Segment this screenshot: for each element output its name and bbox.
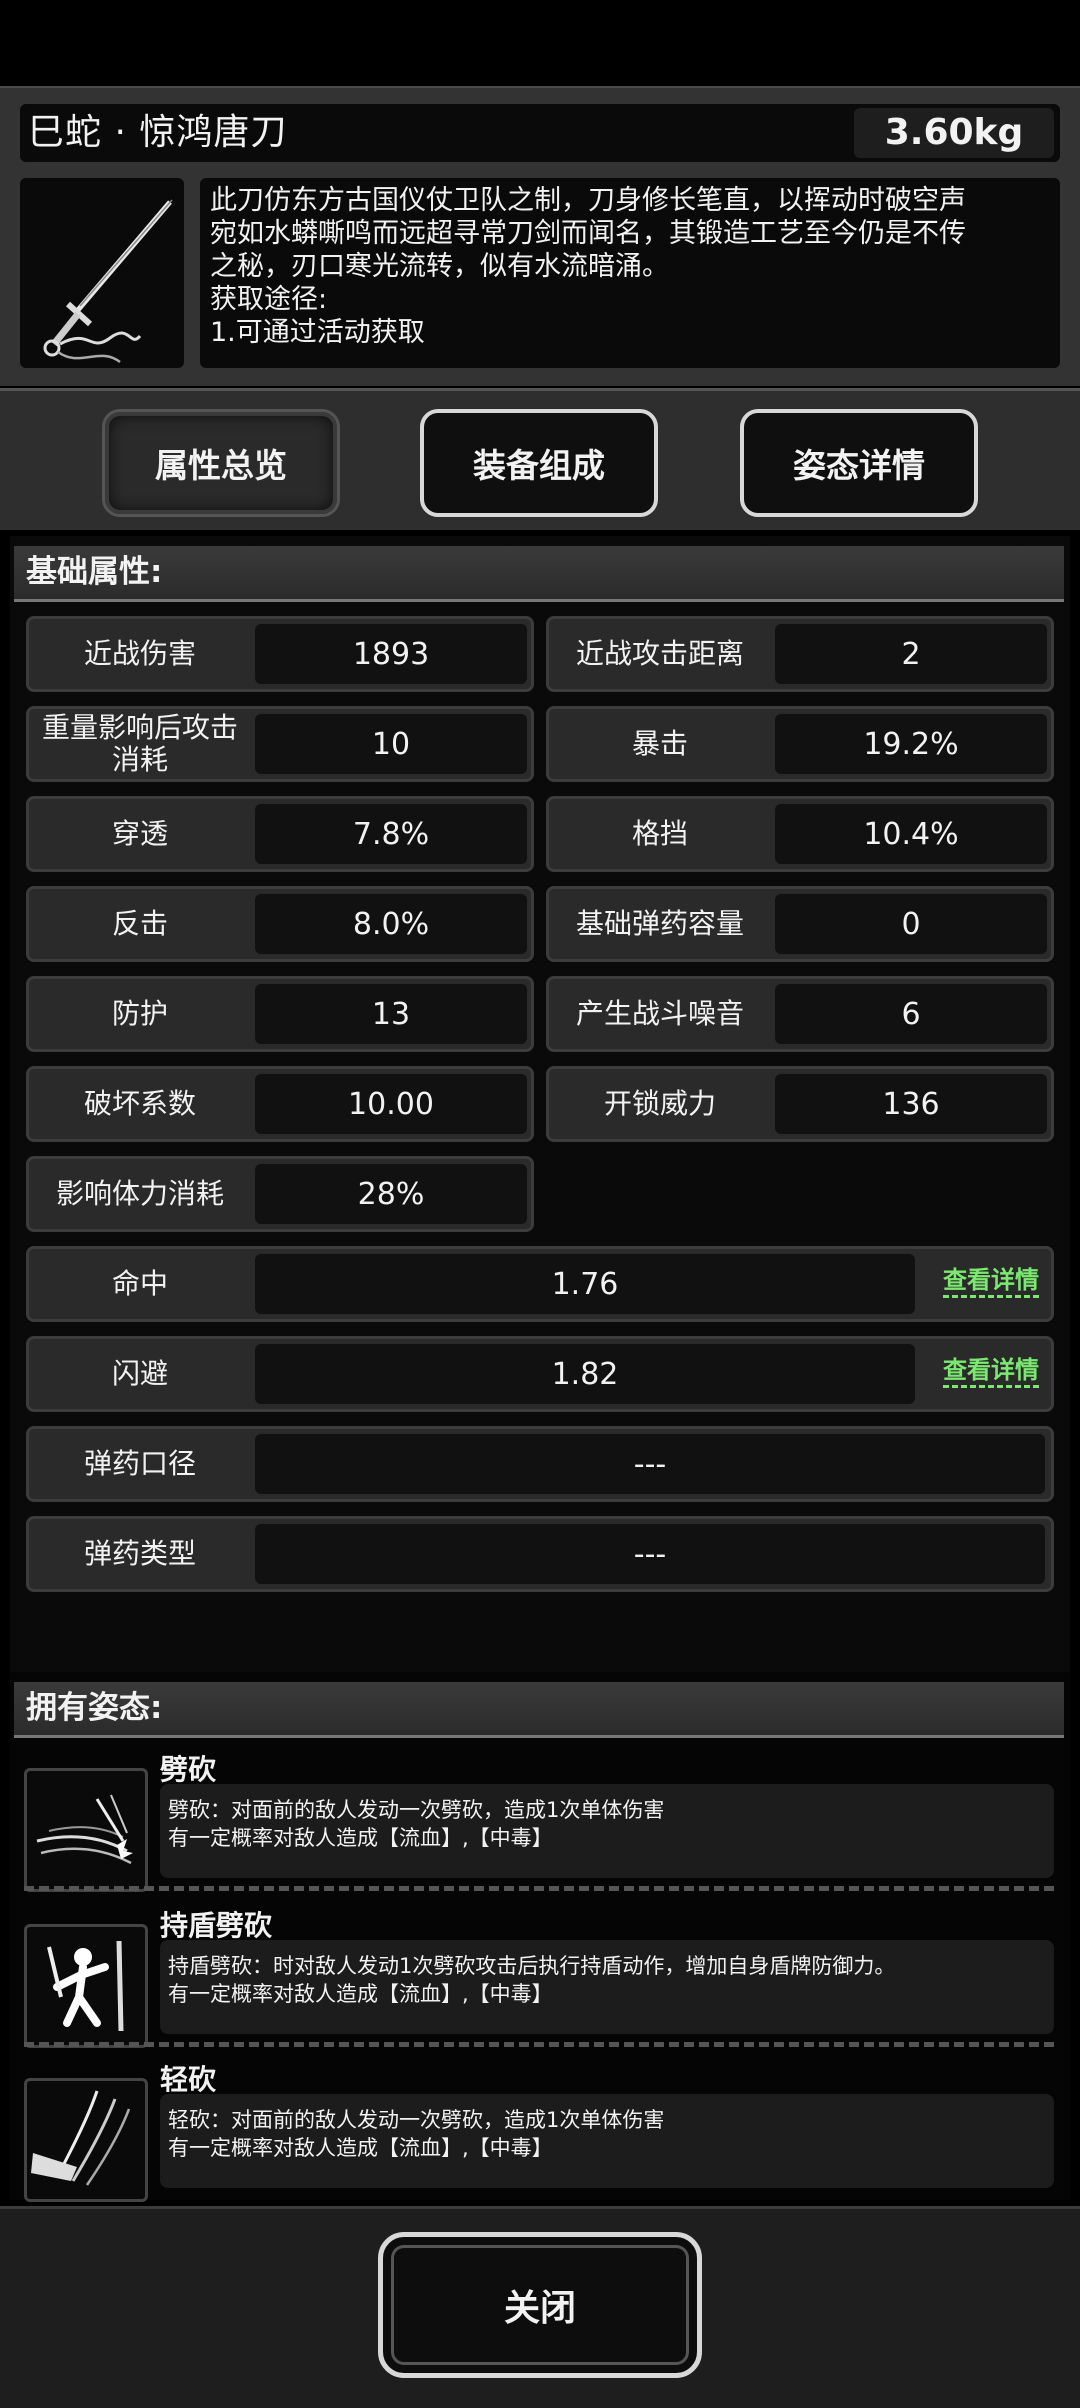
slash-icon [24, 1768, 148, 1892]
attr-block: 格挡 10.4% [546, 796, 1054, 872]
attr-label: 近战攻击距离 [575, 637, 744, 670]
attr-lockpick-power: 开锁威力 136 [546, 1066, 1054, 1142]
tab-bar: 属性总览 装备组成 姿态详情 [0, 388, 1080, 530]
attr-label: 弹药口径 [83, 1447, 196, 1480]
attr-label: 格挡 [631, 817, 688, 850]
attr-penetration: 穿透 7.8% [26, 796, 534, 872]
stance-desc-line: 劈砍：对面前的敌人发动一次劈砍，造成1次单体伤害 [168, 1798, 665, 1822]
close-button[interactable]: 关闭 [378, 2232, 702, 2378]
tang-sword-icon [43, 199, 173, 364]
attr-value: 1893 [255, 624, 527, 684]
stance-name: 轻砍 [160, 2063, 217, 2096]
item-title-bar: 巳蛇 · 惊鸿唐刀 3.60kg [20, 104, 1060, 162]
attr-label: 近战伤害 [83, 637, 196, 670]
attr-protection: 防护 13 [26, 976, 534, 1052]
attr-label: 暴击 [631, 727, 688, 760]
attr-value: 28% [255, 1164, 527, 1224]
stance-divider [24, 1886, 1054, 1891]
stance-desc-line: 有一定概率对敌人造成【流血】,【中毒】 [168, 1982, 553, 2006]
description-line: 宛如水蟒嘶鸣而远超寻常刀剑而闻名，其锻造工艺至今仍是不传 [210, 218, 966, 249]
attr-melee-range: 近战攻击距离 2 [546, 616, 1054, 692]
light-slash-icon [24, 2078, 148, 2202]
attr-evasion: 闪避 1.82 查看详情 [26, 1336, 1054, 1412]
attr-value: 136 [775, 1074, 1047, 1134]
attr-value: 2 [775, 624, 1047, 684]
attr-accuracy: 命中 1.76 查看详情 [26, 1246, 1054, 1322]
attr-label: 弹药类型 [83, 1537, 196, 1570]
attr-value: 10.00 [255, 1074, 527, 1134]
shield-slash-icon [24, 1924, 148, 2048]
attr-label: 开锁威力 [603, 1087, 716, 1120]
description-line: 此刀仿东方古国仪仗卫队之制，刀身修长笔直，以挥动时破空声 [210, 185, 966, 216]
evasion-details-link[interactable]: 查看详情 [943, 1355, 1039, 1388]
attr-label: 反击 [111, 907, 168, 940]
attr-value: 8.0% [255, 894, 527, 954]
stance-item[interactable]: 持盾劈砍 持盾劈砍：时对敌人发动1次劈砍攻击后执行持盾动作，增加自身盾牌防御力。… [24, 1909, 1054, 2048]
stance-divider [24, 2042, 1054, 2047]
attr-value: 19.2% [775, 714, 1047, 774]
attr-value: --- [255, 1524, 1045, 1584]
attr-value: 1.82 [255, 1344, 915, 1404]
attr-label: 穿透 [111, 817, 168, 850]
attr-combat-noise: 产生战斗噪音 6 [546, 976, 1054, 1052]
attr-label: 防护 [111, 997, 168, 1030]
stance-name: 持盾劈砍 [160, 1909, 273, 1942]
attr-label: 闪避 [111, 1357, 168, 1390]
attr-melee-damage: 近战伤害 1893 [26, 616, 534, 692]
stance-description: 劈砍：对面前的敌人发动一次劈砍，造成1次单体伤害 有一定概率对敌人造成【流血】,… [160, 1784, 1054, 1878]
attr-label: 破坏系数 [83, 1087, 196, 1120]
description-line: 获取途径: [210, 284, 328, 315]
tab-equipment-composition[interactable]: 装备组成 [420, 409, 658, 517]
attr-label: 命中 [111, 1267, 168, 1300]
attr-value: 0 [775, 894, 1047, 954]
stance-item[interactable]: 劈砍 劈砍：对面前的敌人发动一次劈砍，造成1次单体伤害 有一定概率对敌人造成【流… [24, 1753, 1054, 1892]
stance-desc-line: 有一定概率对敌人造成【流血】,【中毒】 [168, 1826, 553, 1850]
attr-value: 10 [255, 714, 527, 774]
basic-attributes-header: 基础属性: [14, 546, 1064, 602]
item-weight: 3.60kg [854, 108, 1054, 158]
stance-desc-line: 持盾劈砍：时对敌人发动1次劈砍攻击后执行持盾动作，增加自身盾牌防御力。 [168, 1954, 896, 1978]
stance-description: 持盾劈砍：时对敌人发动1次劈砍攻击后执行持盾动作，增加自身盾牌防御力。 有一定概… [160, 1940, 1054, 2034]
attr-label: 重量影响后攻击消耗 [41, 711, 238, 776]
attr-weighted-attack-cost: 重量影响后攻击消耗 10 [26, 706, 534, 782]
attr-label: 产生战斗噪音 [575, 997, 744, 1030]
attr-ammo-caliber: 弹药口径 --- [26, 1426, 1054, 1502]
attr-value: --- [255, 1434, 1045, 1494]
stance-description: 轻砍：对面前的敌人发动一次劈砍，造成1次单体伤害 有一定概率对敌人造成【流血】,… [160, 2094, 1054, 2188]
attr-counter: 反击 8.0% [26, 886, 534, 962]
tab-stance-details[interactable]: 姿态详情 [740, 409, 978, 517]
attr-ammo-type: 弹药类型 --- [26, 1516, 1054, 1592]
item-icon-box [20, 178, 184, 368]
attr-ammo-capacity: 基础弹药容量 0 [546, 886, 1054, 962]
attr-value: 10.4% [775, 804, 1047, 864]
description-line: 之秘，刃口寒光流转，似有水流暗涌。 [210, 251, 669, 282]
attr-value: 6 [775, 984, 1047, 1044]
stance-desc-line: 轻砍：对面前的敌人发动一次劈砍，造成1次单体伤害 [168, 2108, 665, 2132]
description-line: 1.可通过活动获取 [210, 317, 425, 348]
attr-critical: 暴击 19.2% [546, 706, 1054, 782]
attr-label: 基础弹药容量 [575, 907, 744, 940]
attr-label: 影响体力消耗 [55, 1177, 224, 1210]
attr-value: 1.76 [255, 1254, 915, 1314]
stance-item[interactable]: 轻砍 轻砍：对面前的敌人发动一次劈砍，造成1次单体伤害 有一定概率对敌人造成【流… [24, 2063, 1054, 2202]
attr-value: 7.8% [255, 804, 527, 864]
item-description: 此刀仿东方古国仪仗卫队之制，刀身修长笔直，以挥动时破空声 宛如水蟒嘶鸣而远超寻常… [200, 178, 1060, 368]
tab-attribute-overview[interactable]: 属性总览 [102, 409, 340, 517]
attr-stamina-cost: 影响体力消耗 28% [26, 1156, 534, 1232]
accuracy-details-link[interactable]: 查看详情 [943, 1265, 1039, 1298]
item-name: 巳蛇 · 惊鸿唐刀 [28, 112, 288, 153]
attr-value: 13 [255, 984, 527, 1044]
stance-desc-line: 有一定概率对敌人造成【流血】,【中毒】 [168, 2136, 553, 2160]
stances-header: 拥有姿态: [14, 1682, 1064, 1738]
stance-name: 劈砍 [160, 1753, 217, 1786]
attr-destruction-factor: 破坏系数 10.00 [26, 1066, 534, 1142]
